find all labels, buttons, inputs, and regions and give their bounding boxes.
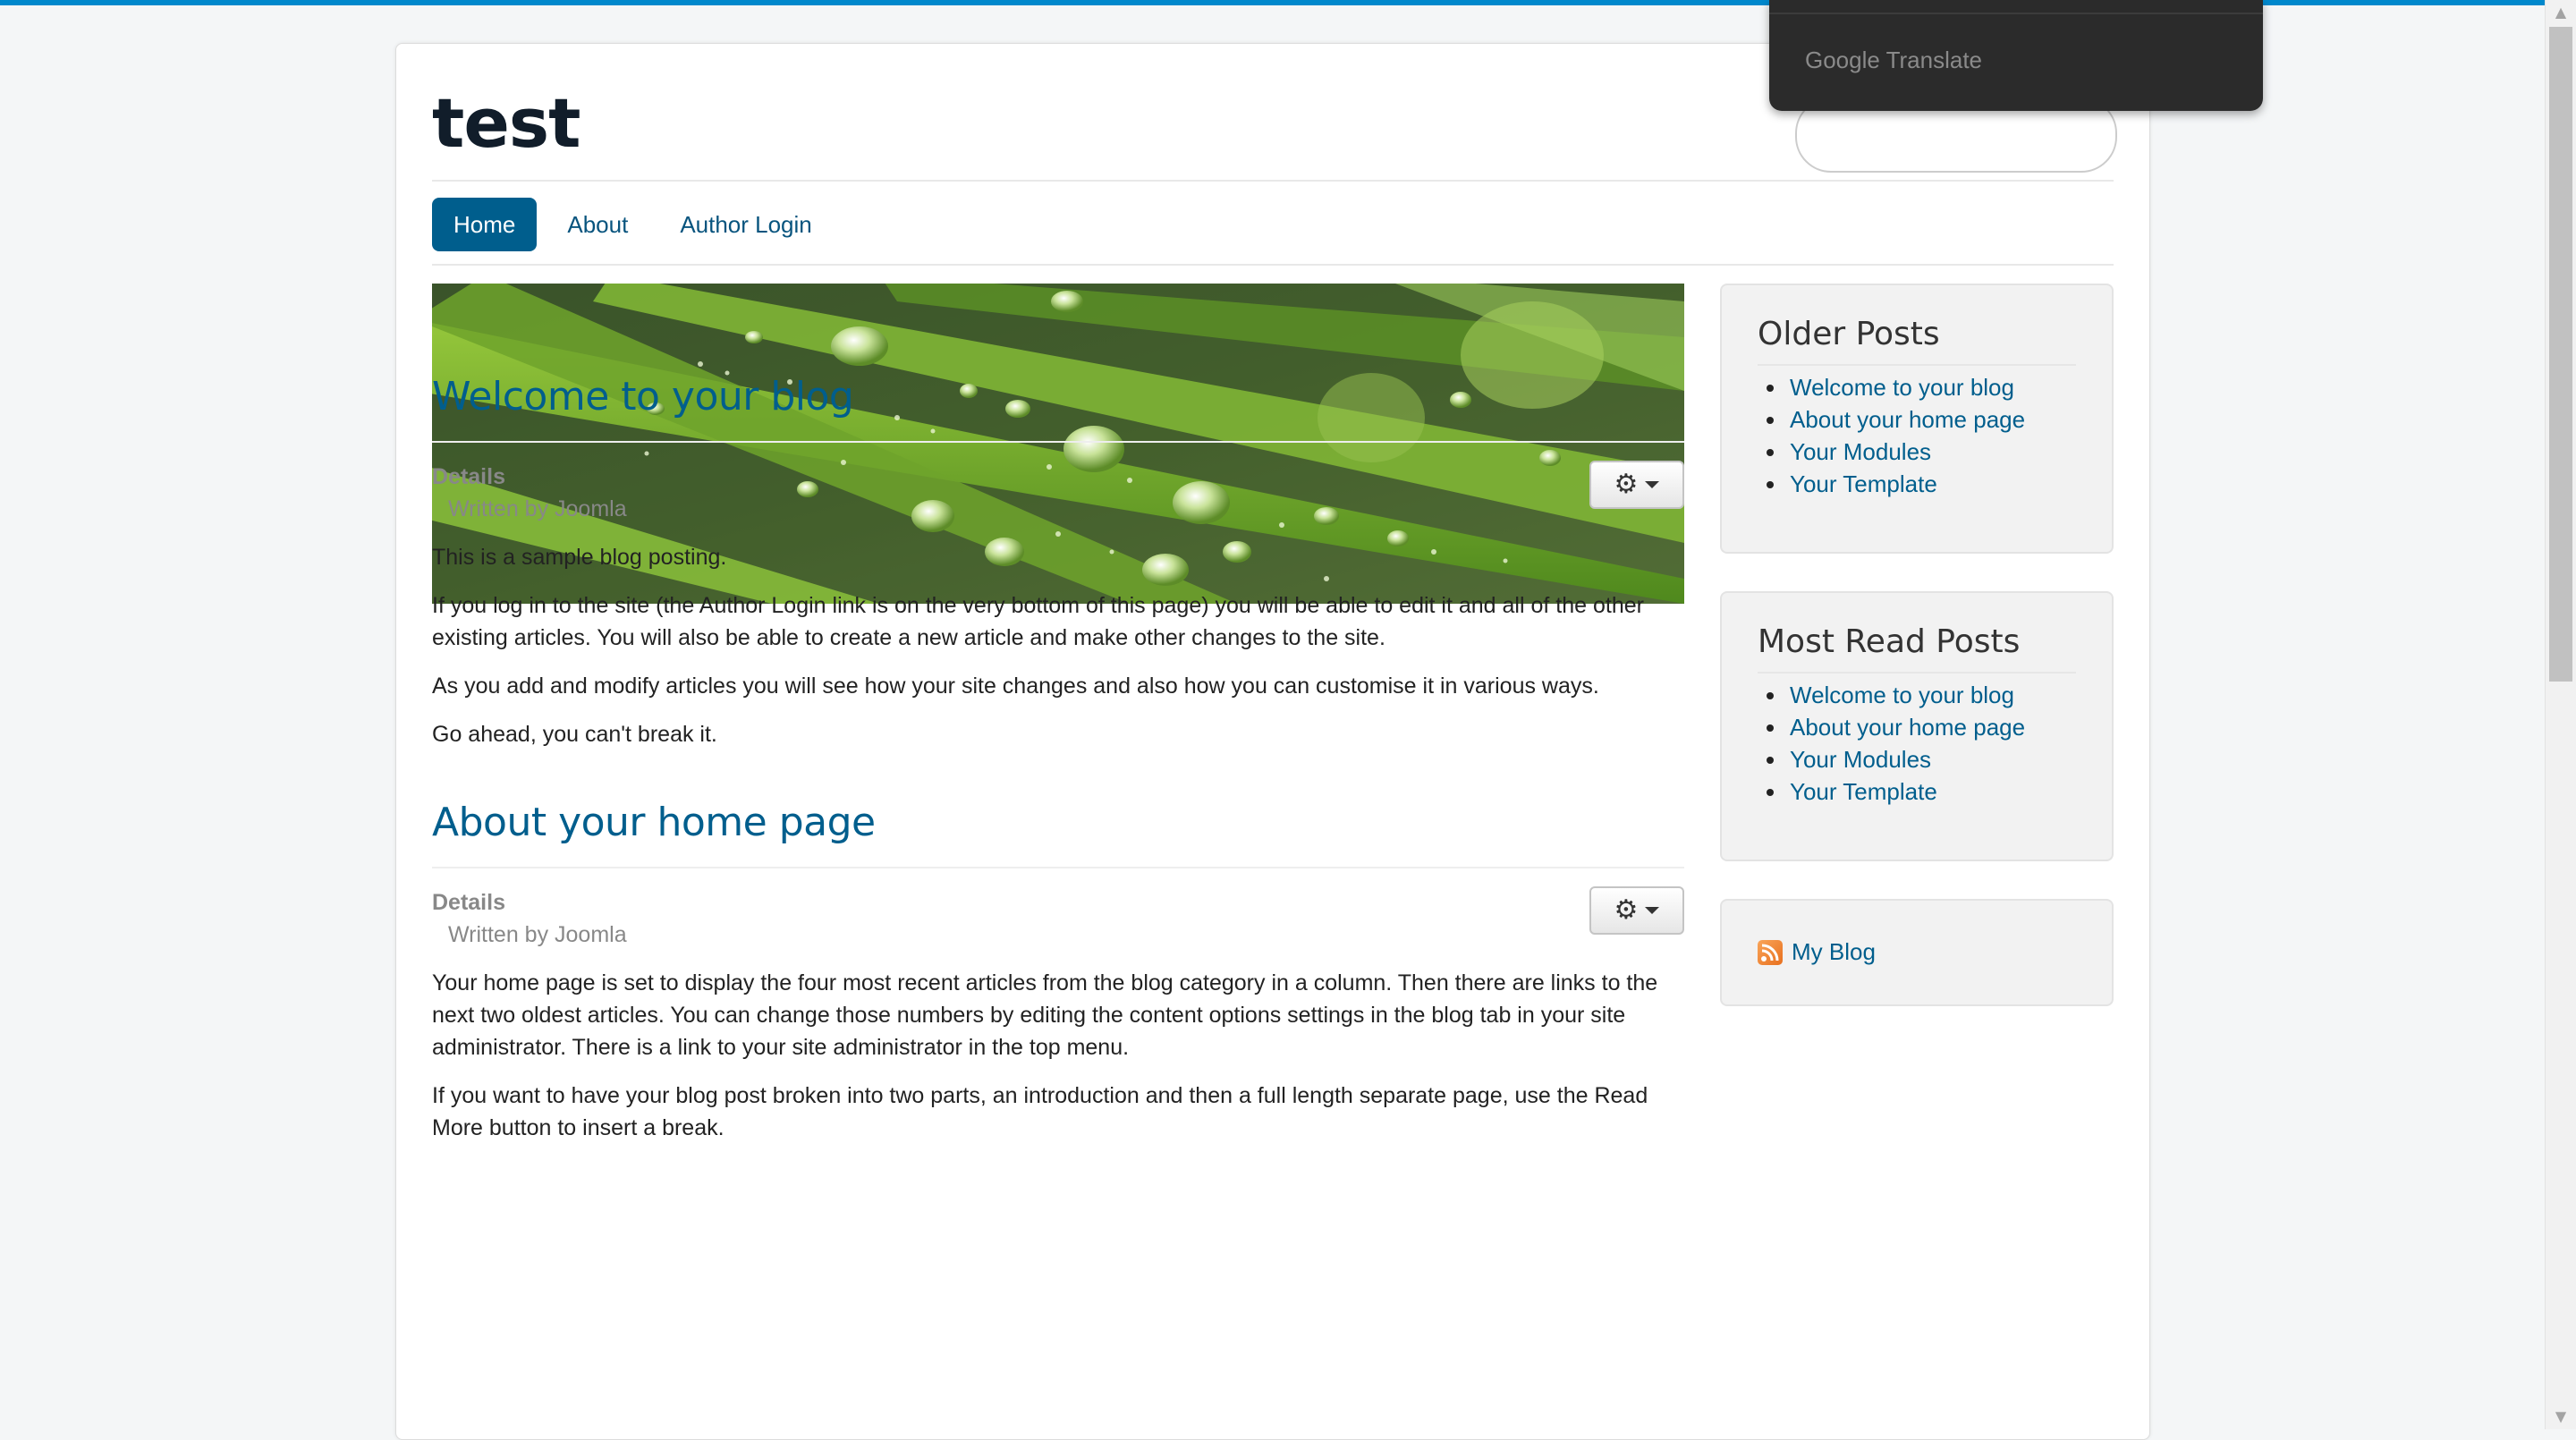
nav-divider [432, 264, 2114, 266]
rss-feed-icon [1758, 939, 1783, 965]
vertical-scrollbar[interactable]: ▲ ▼ [2545, 0, 2576, 1429]
caret-down-icon [1645, 481, 1660, 488]
most-read-link[interactable]: About your home page [1767, 711, 2025, 743]
site-title[interactable]: test [432, 83, 580, 163]
author-label: Written by Joomla [448, 496, 627, 521]
popup-divider [1769, 13, 2263, 14]
feed-label: My Blog [1792, 938, 1876, 965]
article-paragraph: If you log in to the site (the Author Lo… [432, 593, 1644, 650]
article-welcome: Welcome to your blog Details Written by … [432, 369, 1684, 767]
most-read-list: Welcome to your blog About your home pag… [1767, 679, 2025, 808]
header-divider [432, 180, 2114, 182]
google-translate-popup: Google Translate [1769, 0, 2263, 111]
module-title: Most Read Posts [1758, 623, 2021, 660]
older-post-link[interactable]: Welcome to your blog [1767, 371, 2025, 403]
older-posts-list: Welcome to your blog About your home pag… [1767, 371, 2025, 500]
most-read-link[interactable]: Your Modules [1767, 743, 2025, 775]
nav-item-about[interactable]: About [546, 198, 649, 251]
scroll-down-icon[interactable]: ▼ [2546, 1404, 2576, 1429]
article-paragraph: As you add and modify articles you will … [432, 673, 1599, 699]
google-translate-label[interactable]: Google Translate [1805, 47, 1982, 74]
feed-module: My Blog [1720, 899, 2114, 1006]
details-label: Details [432, 890, 505, 915]
module-title: Older Posts [1758, 316, 1940, 352]
most-read-module: Most Read Posts Welcome to your blog Abo… [1720, 591, 2114, 861]
details-label: Details [432, 464, 505, 489]
article-home-page: About your home page Details Written by … [432, 795, 1684, 1160]
scrollbar-thumb[interactable] [2549, 27, 2572, 682]
article-options-button[interactable]: ⚙ [1589, 886, 1684, 935]
article-info: Details Written by Joomla ⚙ [432, 868, 1684, 967]
scroll-up-icon[interactable]: ▲ [2546, 0, 2576, 25]
nav-item-author-login[interactable]: Author Login [658, 198, 833, 251]
older-post-link[interactable]: Your Modules [1767, 436, 2025, 468]
article-paragraph: If you want to have your blog post broke… [432, 1083, 1648, 1140]
older-post-link[interactable]: Your Template [1767, 468, 2025, 500]
feed-link[interactable]: My Blog [1758, 938, 1876, 966]
article-paragraph: Your home page is set to display the fou… [432, 970, 1658, 1060]
main-nav: Home About Author Login [432, 198, 834, 251]
article-title[interactable]: About your home page [432, 795, 1684, 867]
older-posts-module: Older Posts Welcome to your blog About y… [1720, 284, 2114, 554]
most-read-link[interactable]: Your Template [1767, 775, 2025, 808]
module-divider [1758, 672, 2076, 673]
gear-icon: ⚙ [1614, 469, 1639, 500]
older-post-link[interactable]: About your home page [1767, 403, 2025, 436]
article-paragraph: This is a sample blog posting. [432, 545, 727, 570]
module-divider [1758, 364, 2076, 366]
article-title[interactable]: Welcome to your blog [432, 369, 1684, 441]
nav-item-home[interactable]: Home [432, 198, 538, 251]
article-paragraph: Go ahead, you can't break it. [432, 722, 717, 747]
author-label: Written by Joomla [448, 922, 627, 947]
caret-down-icon [1645, 907, 1660, 914]
most-read-link[interactable]: Welcome to your blog [1767, 679, 2025, 711]
gear-icon: ⚙ [1614, 894, 1639, 926]
article-info: Details Written by Joomla ⚙ [432, 443, 1684, 541]
article-options-button[interactable]: ⚙ [1589, 461, 1684, 509]
page-container: test Home About Author Login Welcome to … [395, 43, 2150, 1440]
